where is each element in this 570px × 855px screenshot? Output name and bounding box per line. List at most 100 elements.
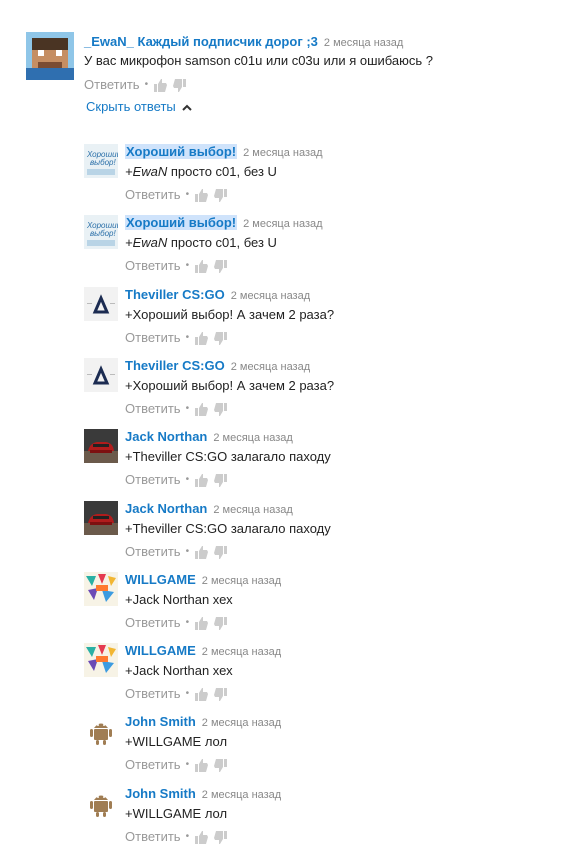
reply-author[interactable]: Theviller CS:GO <box>125 358 225 373</box>
reply-button[interactable]: Ответить <box>125 757 181 773</box>
reply-button[interactable]: Ответить <box>125 258 181 274</box>
dislike-icon[interactable] <box>214 830 228 844</box>
dislike-icon[interactable] <box>214 473 228 487</box>
reply-author[interactable]: WILLGAME <box>125 572 196 587</box>
reply-actions: Ответить • <box>125 615 233 631</box>
reply-button[interactable]: Ответить <box>125 686 181 702</box>
thumbnail-avatar[interactable]: Хороший выбор! <box>84 215 118 249</box>
reply-time[interactable]: 2 месяца назад <box>202 646 281 658</box>
reply-body: просто c01, без U <box>167 235 277 250</box>
reply-body: +Theviller CS:GO залагало паходу <box>125 521 331 536</box>
reply-header: Хороший выбор! 2 месяца назад <box>125 215 323 232</box>
comment-time[interactable]: 2 месяца назад <box>324 37 403 49</box>
reply-time[interactable]: 2 месяца назад <box>243 147 322 159</box>
reply-author[interactable]: WILLGAME <box>125 643 196 658</box>
car-avatar[interactable] <box>84 501 118 535</box>
reply-button[interactable]: Ответить <box>125 472 181 488</box>
android-avatar[interactable] <box>84 714 118 748</box>
reply-comment: WILLGAME 2 месяца назад +Jack Northan хех О… <box>0 571 570 641</box>
thumbnail-avatar[interactable]: Хороший выбор! <box>84 144 118 178</box>
reply-body: +Jack Northan хех <box>125 663 233 678</box>
dislike-icon[interactable] <box>214 259 228 273</box>
reply-author[interactable]: Хороший выбор! <box>125 144 238 159</box>
reply-actions: Ответить • <box>125 686 233 702</box>
reply-comment: WILLGAME 2 месяца назад +Jack Northan хех О… <box>0 642 570 712</box>
comment-actions: Ответить • <box>84 77 192 93</box>
triangle-logo-avatar[interactable] <box>84 287 118 321</box>
reply-author[interactable]: John Smith <box>125 786 196 801</box>
like-icon[interactable] <box>195 830 209 844</box>
reply-comment: John Smith 2 месяца назад +WILLGAME лол Отв… <box>0 713 570 783</box>
dislike-icon[interactable] <box>214 616 228 630</box>
reply-button[interactable]: Ответить <box>125 401 181 417</box>
like-icon[interactable] <box>195 687 209 701</box>
like-icon[interactable] <box>195 616 209 630</box>
car-avatar[interactable] <box>84 429 118 463</box>
reply-comment: Theviller CS:GO 2 месяца назад +Хороший вы… <box>0 357 570 427</box>
like-icon[interactable] <box>195 473 209 487</box>
reply-time[interactable]: 2 месяца назад <box>231 361 310 373</box>
reply-time[interactable]: 2 месяца назад <box>213 504 292 516</box>
dislike-icon[interactable] <box>214 188 228 202</box>
reply-button[interactable]: Ответить <box>125 615 181 631</box>
reply-button[interactable]: Ответить <box>125 330 181 346</box>
reply-text: +WILLGAME лол <box>125 806 227 822</box>
reply-header: John Smith 2 месяца назад <box>125 786 281 803</box>
dislike-icon[interactable] <box>214 402 228 416</box>
reply-text: +Theviller CS:GO залагало паходу <box>125 449 331 465</box>
reply-button[interactable]: Ответить <box>125 187 181 203</box>
dislike-icon[interactable] <box>214 758 228 772</box>
reply-author[interactable]: John Smith <box>125 714 196 729</box>
hide-replies-label: Скрыть ответы <box>86 99 176 114</box>
reply-time[interactable]: 2 месяца назад <box>231 290 310 302</box>
reply-time[interactable]: 2 месяца назад <box>202 575 281 587</box>
reply-comment: Хороший выбор! Хороший выбор! 2 месяца наза… <box>0 143 570 213</box>
minecraft-avatar[interactable] <box>26 32 74 80</box>
reply-time[interactable]: 2 месяца назад <box>243 218 322 230</box>
reply-text: +Хороший выбор! А зачем 2 раза? <box>125 307 334 323</box>
reply-button[interactable]: Ответить <box>125 544 181 560</box>
colorful-logo-avatar[interactable] <box>84 643 118 677</box>
reply-time[interactable]: 2 месяца назад <box>202 717 281 729</box>
reply-author[interactable]: Jack Northan <box>125 501 207 516</box>
reply-author[interactable]: Jack Northan <box>125 429 207 444</box>
dislike-icon[interactable] <box>173 78 187 92</box>
reply-text: +Jack Northan хех <box>125 663 233 679</box>
dislike-icon[interactable] <box>214 331 228 345</box>
reply-time[interactable]: 2 месяца назад <box>202 789 281 801</box>
reply-time[interactable]: 2 месяца назад <box>213 432 292 444</box>
separator-dot: • <box>185 474 190 485</box>
reply-header: Jack Northan 2 месяца назад <box>125 501 293 518</box>
like-icon[interactable] <box>195 259 209 273</box>
colorful-logo-avatar[interactable] <box>84 572 118 606</box>
dislike-icon[interactable] <box>214 687 228 701</box>
like-icon[interactable] <box>195 188 209 202</box>
dislike-icon[interactable] <box>214 545 228 559</box>
triangle-logo-avatar[interactable] <box>84 358 118 392</box>
reply-button[interactable]: Ответить <box>84 77 140 93</box>
reply-header: John Smith 2 месяца назад <box>125 714 281 731</box>
reply-actions: Ответить • <box>125 757 233 773</box>
like-icon[interactable] <box>195 331 209 345</box>
reply-body: +Хороший выбор! А зачем 2 раза? <box>125 378 335 393</box>
like-icon[interactable] <box>195 758 209 772</box>
reply-author[interactable]: Хороший выбор! <box>125 215 238 230</box>
comment-author[interactable]: _EwaN_ Каждый подписчик дорог ;3 <box>84 34 318 49</box>
comment-text: У вас микрофон samson c01u или c03u или … <box>84 53 434 68</box>
like-icon[interactable] <box>195 402 209 416</box>
hide-replies-button[interactable]: Скрыть ответы <box>86 99 192 115</box>
like-icon[interactable] <box>195 545 209 559</box>
reply-author[interactable]: Theviller CS:GO <box>125 287 225 302</box>
top-comment: _EwaN_ Каждый подписчик дорог ;3 2 месяца… <box>0 0 570 100</box>
separator-dot: • <box>185 260 190 271</box>
reply-mention[interactable]: +EwaN <box>125 164 167 179</box>
reply-header: Theviller CS:GO 2 месяца назад <box>125 287 310 304</box>
android-avatar[interactable] <box>84 786 118 820</box>
reply-header: Jack Northan 2 месяца назад <box>125 429 293 446</box>
reply-mention[interactable]: +EwaN <box>125 235 167 250</box>
chevron-up-icon <box>182 104 192 111</box>
reply-actions: Ответить • <box>125 829 233 845</box>
reply-actions: Ответить • <box>125 544 233 560</box>
reply-button[interactable]: Ответить <box>125 829 181 845</box>
like-icon[interactable] <box>154 78 168 92</box>
